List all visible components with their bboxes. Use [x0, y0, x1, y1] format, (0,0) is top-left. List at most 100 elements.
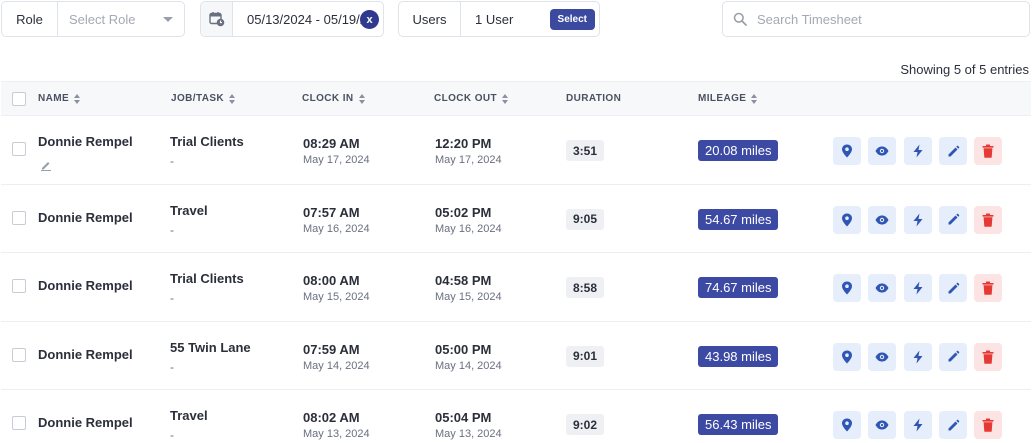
sort-icon[interactable]	[751, 93, 758, 104]
users-label: Users	[399, 2, 461, 36]
sort-icon[interactable]	[502, 93, 509, 104]
column-header-name[interactable]: NAME	[38, 93, 81, 104]
employee-name[interactable]: Donnie Rempel	[38, 278, 133, 293]
edit-entry-button[interactable]	[939, 342, 967, 371]
job-task-detail: -	[170, 222, 174, 237]
table-header: NAME JOB/TASK CLOCK IN CLOCK OUT DURATIO…	[1, 81, 1031, 116]
filter-bar: Role Select Role 05/13/2024 - 05/19/2024…	[0, 1, 1032, 37]
clear-date-button[interactable]: x	[360, 10, 379, 29]
table-row: Donnie Rempel 55 Twin Lane - 07:59 AM Ma…	[1, 322, 1031, 390]
clock-out-time: 12:20 PM	[435, 136, 492, 151]
table-row: Donnie Rempel Trial Clients - 08:00 AM M…	[1, 253, 1031, 322]
edit-entry-button[interactable]	[939, 137, 967, 165]
column-header-job[interactable]: JOB/TASK	[171, 93, 236, 104]
column-header-mileage[interactable]: MILEAGE	[698, 93, 758, 104]
pencil-icon[interactable]	[40, 159, 52, 171]
view-details-button[interactable]	[868, 411, 896, 439]
view-map-button[interactable]	[833, 274, 861, 302]
sort-icon[interactable]	[74, 93, 81, 104]
quick-action-button[interactable]	[904, 205, 932, 234]
edit-entry-button[interactable]	[939, 411, 967, 439]
clock-out-time: 05:02 PM	[435, 204, 492, 220]
clock-in-time: 08:29 AM	[303, 136, 360, 151]
clock-out-date: May 13, 2024	[435, 428, 502, 440]
select-all-checkbox[interactable]	[12, 92, 26, 106]
quick-action-button[interactable]	[904, 411, 932, 439]
users-value: 1 User	[475, 11, 514, 27]
row-checkbox[interactable]	[12, 416, 26, 430]
trash-icon	[982, 213, 994, 227]
row-checkbox[interactable]	[12, 142, 26, 156]
row-checkbox[interactable]	[12, 279, 26, 293]
date-range-value[interactable]: 05/13/2024 - 05/19/2024	[233, 12, 365, 27]
trash-icon	[982, 418, 994, 432]
clock-out-time: 05:00 PM	[435, 341, 492, 357]
column-header-clock-out[interactable]: CLOCK OUT	[434, 93, 509, 104]
column-header-clock-out-label: CLOCK OUT	[434, 93, 498, 104]
users-filter: Users 1 User Select	[398, 1, 600, 37]
timesheet-table: NAME JOB/TASK CLOCK IN CLOCK OUT DURATIO…	[1, 81, 1031, 443]
select-users-button[interactable]: Select	[549, 8, 595, 30]
role-select-placeholder: Select Role	[69, 11, 136, 27]
delete-entry-button[interactable]	[974, 274, 1002, 302]
row-checkbox[interactable]	[12, 347, 26, 362]
view-map-button[interactable]	[833, 342, 861, 371]
search-box[interactable]	[722, 1, 1030, 37]
mileage-badge: 56.43 miles	[698, 414, 779, 435]
quick-action-button[interactable]	[904, 137, 932, 165]
delete-entry-button[interactable]	[974, 205, 1002, 234]
employee-name[interactable]: Donnie Rempel	[38, 415, 133, 430]
lightning-icon	[913, 418, 923, 432]
column-header-name-label: NAME	[38, 93, 70, 104]
employee-name[interactable]: Donnie Rempel	[38, 134, 133, 149]
map-pin-icon	[842, 418, 852, 432]
column-header-clock-in[interactable]: CLOCK IN	[302, 93, 366, 104]
job-task-detail: -	[170, 154, 174, 168]
view-details-button[interactable]	[868, 274, 896, 302]
view-details-button[interactable]	[868, 342, 896, 371]
role-select[interactable]: Select Role	[58, 2, 184, 36]
map-pin-icon	[842, 213, 852, 226]
clock-in-time: 07:57 AM	[303, 204, 360, 220]
chevron-down-icon	[163, 17, 173, 22]
pencil-icon	[948, 213, 959, 225]
trash-icon	[982, 350, 994, 364]
view-map-button[interactable]	[833, 411, 861, 439]
search-input[interactable]	[757, 11, 1017, 27]
quick-action-button[interactable]	[904, 274, 932, 302]
role-filter: Role Select Role	[1, 1, 185, 37]
job-task-detail: -	[170, 428, 174, 442]
clock-in-time: 07:59 AM	[303, 341, 360, 357]
row-checkbox[interactable]	[12, 210, 26, 225]
calendar-clock-icon[interactable]	[201, 2, 233, 36]
lightning-icon	[913, 281, 923, 295]
map-pin-icon	[842, 281, 852, 295]
pencil-icon	[948, 419, 959, 430]
table-row: Donnie Rempel Travel - 07:57 AM May 16, …	[1, 185, 1031, 253]
clock-out-date: May 15, 2024	[435, 291, 502, 303]
sort-icon[interactable]	[358, 93, 366, 104]
quick-action-button[interactable]	[904, 342, 932, 371]
job-task: Trial Clients	[170, 271, 244, 286]
trash-icon	[982, 144, 994, 158]
delete-entry-button[interactable]	[974, 411, 1002, 439]
delete-entry-button[interactable]	[974, 137, 1002, 165]
search-icon	[733, 12, 747, 26]
sort-icon[interactable]	[229, 93, 236, 104]
date-range-filter[interactable]: 05/13/2024 - 05/19/2024 x	[200, 1, 384, 37]
delete-entry-button[interactable]	[974, 342, 1002, 371]
clock-in-date: May 17, 2024	[303, 154, 370, 166]
view-details-button[interactable]	[868, 137, 896, 165]
map-pin-icon	[842, 350, 852, 363]
edit-entry-button[interactable]	[939, 274, 967, 302]
edit-entry-button[interactable]	[939, 205, 967, 234]
view-details-button[interactable]	[868, 205, 896, 234]
employee-name[interactable]: Donnie Rempel	[38, 347, 133, 362]
employee-name[interactable]: Donnie Rempel	[38, 210, 133, 225]
clock-in-date: May 14, 2024	[303, 359, 370, 372]
view-map-button[interactable]	[833, 205, 861, 234]
view-map-button[interactable]	[833, 137, 861, 165]
clock-out-date: May 17, 2024	[435, 154, 502, 166]
column-header-clock-in-label: CLOCK IN	[302, 93, 354, 104]
mileage-badge: 20.08 miles	[698, 140, 779, 161]
